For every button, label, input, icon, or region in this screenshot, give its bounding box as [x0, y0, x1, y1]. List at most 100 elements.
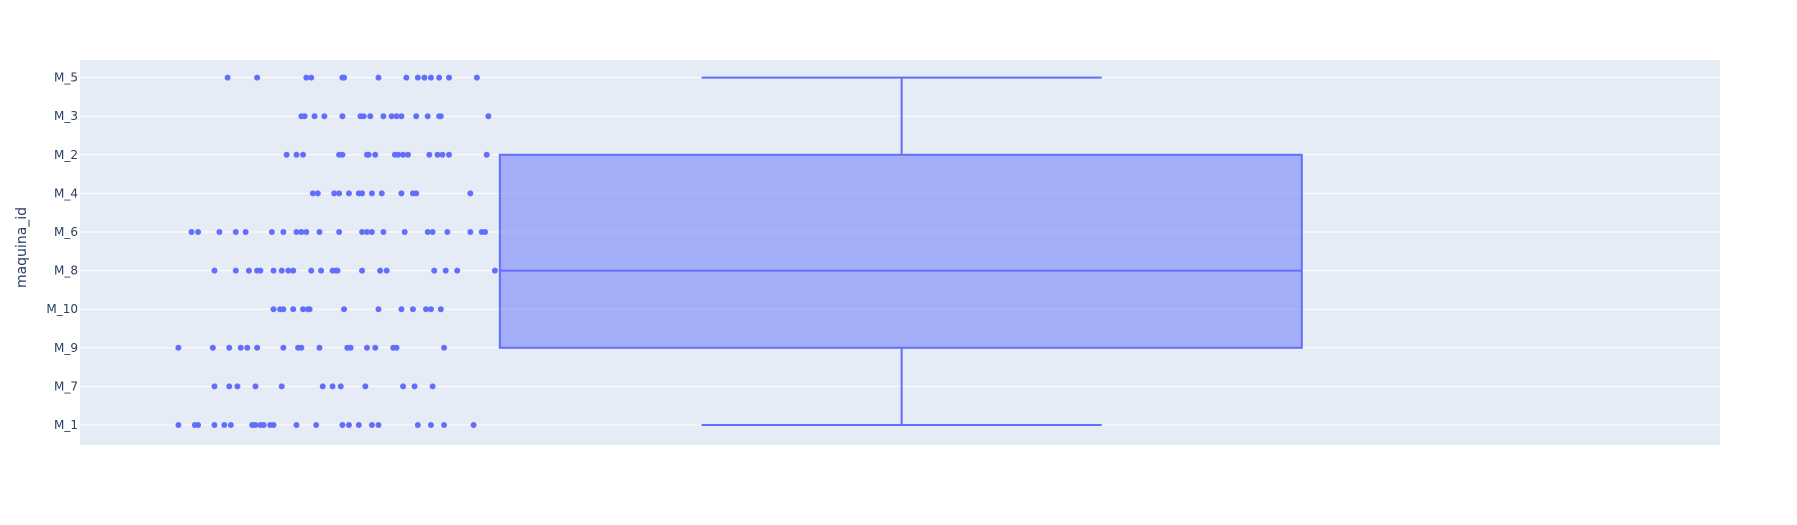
data-point-M_2-15: [446, 151, 452, 158]
data-point-M_3-1: [301, 113, 308, 120]
data-point-M_9-13: [372, 344, 379, 351]
y-tick-label-M_4: M_4: [54, 186, 78, 200]
data-point-M_1-14: [339, 422, 346, 428]
box-plot-chart: M_1 M_7 M_9 M_10 M_8 M_6 M_4 M_2 M_3 M_5 maquina_…: [14, 60, 1720, 445]
data-point-M_6-4: [242, 229, 249, 235]
data-point-M_3-7: [367, 113, 374, 120]
data-point-M_9-8: [298, 344, 305, 351]
data-point-M_10-8: [375, 306, 382, 313]
data-point-M_2-2: [300, 151, 307, 158]
y-axis-ticks: M_1 M_7 M_9 M_10 M_8 M_6 M_4 M_2 M_3 M_5: [46, 71, 78, 432]
data-point-M_6-10: [316, 229, 323, 235]
data-point-M_8-1: [232, 267, 239, 274]
data-point-M_8-2: [245, 267, 252, 274]
data-point-M_6-3: [232, 229, 239, 235]
data-point-M_8-5: [270, 267, 277, 274]
data-point-M_1-12: [293, 422, 300, 428]
y-tick-label-M_3: M_3: [54, 109, 78, 123]
data-point-M_4-9: [398, 190, 405, 197]
data-point-M_8-20: [491, 267, 498, 274]
data-point-M_3-16: [485, 113, 492, 120]
data-point-M_8-16: [383, 267, 390, 274]
data-point-M_4-4: [345, 190, 352, 197]
data-point-M_5-11: [436, 74, 443, 81]
data-point-M_7-1: [226, 383, 233, 390]
data-point-M_4-8: [378, 190, 385, 197]
data-point-M_6-2: [216, 229, 223, 235]
data-point-M_3-15: [437, 113, 444, 120]
data-point-M_9-12: [364, 344, 370, 351]
data-point-M_9-1: [209, 344, 216, 351]
y-axis-title: maquina_id: [14, 207, 30, 288]
data-point-M_5-9: [421, 74, 428, 81]
data-point-M_5-12: [446, 74, 452, 81]
data-point-M_10-10: [409, 306, 416, 313]
data-point-M_3-6: [360, 113, 367, 120]
data-point-M_9-16: [441, 344, 448, 351]
data-point-M_1-22: [470, 422, 477, 428]
data-point-M_8-4: [257, 267, 264, 274]
data-point-M_10-12: [427, 306, 434, 313]
data-point-M_7-10: [411, 383, 418, 390]
data-point-M_9-15: [393, 344, 400, 351]
data-point-M_9-5: [254, 344, 261, 351]
data-point-M_6-1: [195, 229, 202, 235]
data-point-M_9-0: [175, 344, 182, 351]
data-point-M_6-16: [401, 229, 408, 235]
data-point-M_9-11: [347, 344, 354, 351]
data-point-M_6-0: [188, 229, 195, 235]
data-point-M_7-0: [211, 383, 218, 390]
y-tick-label-M_2: M_2: [54, 148, 78, 162]
y-tick-label-M_10: M_10: [46, 302, 78, 316]
data-point-M_1-9: [260, 422, 267, 428]
data-point-M_3-12: [413, 113, 420, 120]
y-tick-label-M_6: M_6: [54, 225, 78, 239]
data-point-M_5-5: [341, 74, 348, 81]
data-point-M_10-9: [398, 306, 405, 313]
data-point-M_1-15: [345, 422, 352, 428]
data-point-M_6-20: [467, 229, 474, 235]
data-point-M_8-9: [308, 267, 315, 274]
data-point-M_5-3: [308, 74, 315, 81]
data-point-M_8-13: [334, 267, 341, 274]
data-point-M_7-4: [278, 383, 285, 390]
data-point-M_6-19: [444, 229, 451, 235]
data-point-M_5-7: [403, 74, 410, 81]
data-point-M_7-2: [234, 383, 241, 390]
data-point-M_4-1: [314, 190, 321, 197]
data-point-M_9-6: [280, 344, 287, 351]
data-point-M_1-0: [175, 422, 182, 428]
data-point-M_9-4: [244, 344, 251, 351]
data-point-M_5-8: [414, 74, 421, 81]
data-point-M_8-14: [359, 267, 366, 274]
data-point-M_2-6: [365, 151, 372, 158]
data-point-M_1-18: [375, 422, 382, 428]
data-point-M_6-22: [482, 229, 489, 235]
data-point-M_6-5: [268, 229, 275, 235]
data-point-M_7-5: [319, 383, 326, 390]
data-point-M_2-14: [439, 151, 446, 158]
data-point-M_1-16: [355, 422, 362, 428]
y-tick-label-M_5: M_5: [54, 71, 78, 85]
y-tick-label-M_9: M_9: [54, 341, 78, 355]
data-point-M_7-6: [329, 383, 336, 390]
data-point-M_4-6: [359, 190, 366, 197]
data-point-M_8-8: [290, 267, 297, 274]
data-point-M_7-7: [337, 383, 344, 390]
data-point-M_2-4: [339, 151, 346, 158]
data-point-M_8-0: [211, 267, 218, 274]
data-point-M_7-3: [252, 383, 259, 390]
data-point-M_2-11: [405, 151, 411, 158]
data-point-M_8-17: [431, 267, 438, 274]
data-point-M_8-19: [454, 267, 461, 274]
data-point-M_10-2: [280, 306, 287, 313]
y-tick-label-M_1: M_1: [54, 418, 78, 432]
data-point-M_1-20: [427, 422, 434, 428]
data-point-M_3-4: [339, 113, 346, 120]
data-point-M_2-0: [283, 151, 290, 158]
data-point-M_9-2: [226, 344, 233, 351]
data-point-M_5-6: [375, 74, 382, 81]
data-point-M_4-12: [467, 190, 474, 197]
data-point-M_6-11: [336, 229, 343, 235]
y-tick-label-M_8: M_8: [54, 264, 78, 278]
